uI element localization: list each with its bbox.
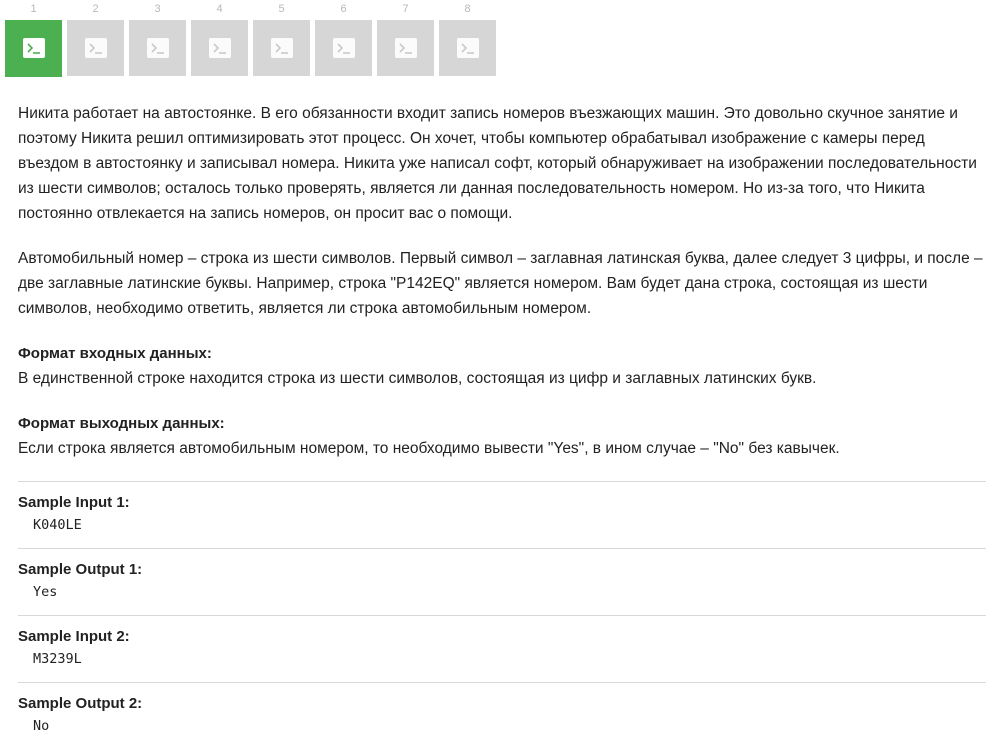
terminal-icon	[332, 38, 355, 58]
step-tab-box[interactable]	[439, 20, 496, 76]
sample-value: No	[33, 718, 50, 734]
problem-statement: Никита работает на автостоянке. В его об…	[18, 101, 986, 481]
step-number: 8	[464, 3, 471, 15]
step-tabs: 1 2 3 4 5 6 7 8	[5, 0, 501, 77]
step-tab-5[interactable]: 5	[253, 0, 310, 76]
sample-title: Sample Input 2:	[18, 628, 130, 645]
input-format-title: Формат входных данных:	[18, 345, 212, 362]
terminal-icon	[22, 38, 45, 58]
samples-section: Sample Input 1: K040LE Sample Output 1: …	[18, 481, 986, 747]
statement-paragraph: Автомобильный номер – строка из шести си…	[18, 250, 983, 317]
step-tab-box[interactable]	[253, 20, 310, 76]
step-tab-box[interactable]	[129, 20, 186, 76]
step-tab-box[interactable]	[191, 20, 248, 76]
terminal-icon	[84, 38, 107, 58]
statement-paragraph: Никита работает на автостоянке. В его об…	[18, 105, 977, 222]
step-tab-box[interactable]	[377, 20, 434, 76]
step-number: 1	[30, 3, 37, 15]
sample-block: Sample Output 1: Yes	[18, 548, 986, 615]
input-format-text: В единственной строке находится строка и…	[18, 370, 817, 387]
step-number: 2	[92, 3, 99, 15]
terminal-icon	[208, 38, 231, 58]
sample-block: Sample Input 2: M3239L	[18, 615, 986, 682]
sample-title: Sample Input 1:	[18, 494, 130, 511]
output-format-title: Формат выходных данных:	[18, 415, 225, 432]
output-format-text: Если строка является автомобильным номер…	[18, 440, 840, 457]
terminal-icon	[394, 38, 417, 58]
sample-block: Sample Input 1: K040LE	[18, 481, 986, 548]
sample-title: Sample Output 2:	[18, 695, 143, 712]
step-tab-2[interactable]: 2	[67, 0, 124, 76]
sample-value: M3239L	[33, 651, 82, 667]
terminal-icon	[270, 38, 293, 58]
step-tab-box[interactable]	[67, 20, 124, 76]
step-tab-box[interactable]	[315, 20, 372, 76]
step-tab-7[interactable]: 7	[377, 0, 434, 76]
sample-value: K040LE	[33, 517, 82, 533]
step-tab-3[interactable]: 3	[129, 0, 186, 76]
step-number: 4	[216, 3, 223, 15]
step-tab-box[interactable]	[5, 20, 62, 76]
sample-title: Sample Output 1:	[18, 561, 143, 578]
step-number: 7	[402, 3, 409, 15]
terminal-icon	[146, 38, 169, 58]
step-tab-6[interactable]: 6	[315, 0, 372, 76]
step-tab-8[interactable]: 8	[439, 0, 496, 76]
step-tab-1[interactable]: 1	[5, 0, 62, 77]
sample-value: Yes	[33, 584, 58, 600]
active-tab-underline	[5, 74, 62, 77]
sample-block: Sample Output 2: No	[18, 682, 986, 747]
step-number: 5	[278, 3, 285, 15]
step-number: 6	[340, 3, 347, 15]
terminal-icon	[456, 38, 479, 58]
step-tab-4[interactable]: 4	[191, 0, 248, 76]
step-number: 3	[154, 3, 161, 15]
